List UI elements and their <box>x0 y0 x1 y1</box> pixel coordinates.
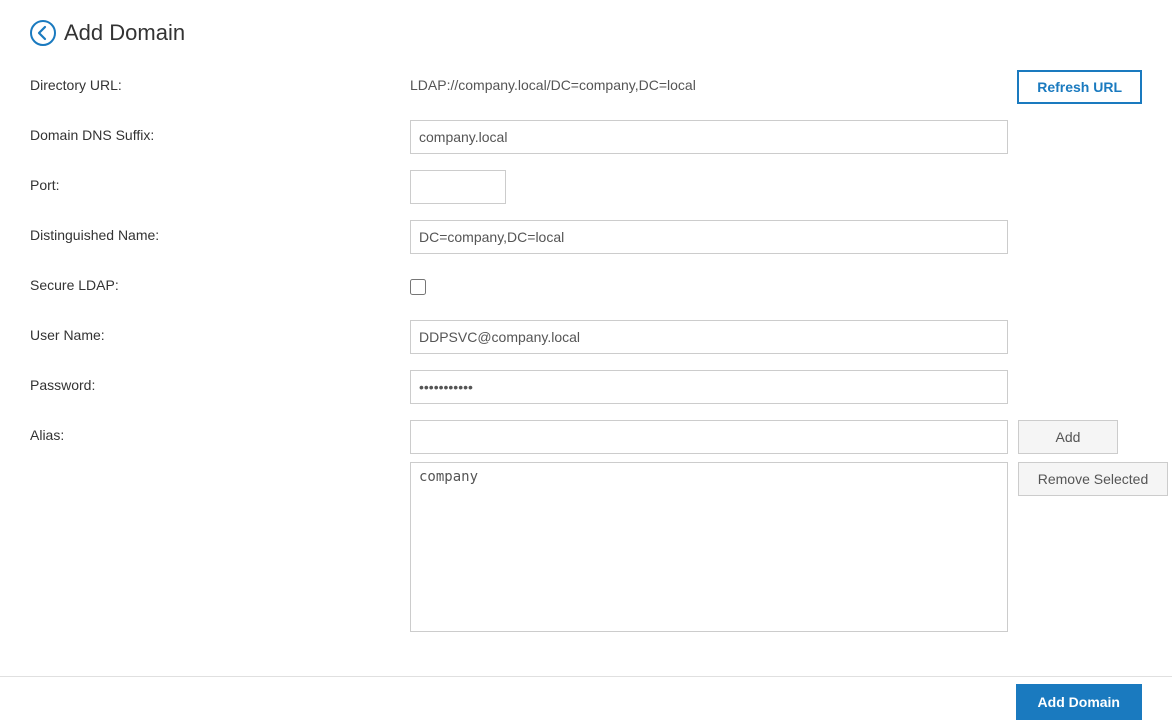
domain-dns-suffix-input[interactable] <box>410 120 1008 154</box>
user-name-row: User Name: <box>30 320 1142 356</box>
domain-dns-suffix-label: Domain DNS Suffix: <box>30 120 410 143</box>
add-domain-button[interactable]: Add Domain <box>1016 684 1142 720</box>
page-container: Add Domain Directory URL: LDAP://company… <box>0 0 1172 726</box>
password-input[interactable] <box>410 370 1008 404</box>
refresh-url-button[interactable]: Refresh URL <box>1017 70 1142 104</box>
directory-url-control: LDAP://company.local/DC=company,DC=local… <box>410 70 1142 104</box>
alias-row: Alias: Add company Remove Selected <box>30 420 1142 632</box>
distinguished-name-label: Distinguished Name: <box>30 220 410 243</box>
user-name-control <box>410 320 1142 354</box>
distinguished-name-input[interactable] <box>410 220 1008 254</box>
form: Directory URL: LDAP://company.local/DC=c… <box>30 70 1142 632</box>
port-label: Port: <box>30 170 410 193</box>
alias-listbox[interactable]: company <box>410 462 1008 632</box>
alias-input[interactable] <box>410 420 1008 454</box>
alias-controls: Add company Remove Selected <box>410 420 1168 632</box>
domain-dns-suffix-control <box>410 120 1142 154</box>
distinguished-name-row: Distinguished Name: <box>30 220 1142 256</box>
secure-ldap-checkbox[interactable] <box>410 279 426 295</box>
password-control <box>410 370 1142 404</box>
alias-input-row: Add <box>410 420 1168 454</box>
password-row: Password: <box>30 370 1142 406</box>
user-name-input[interactable] <box>410 320 1008 354</box>
directory-url-value: LDAP://company.local/DC=company,DC=local <box>410 70 997 93</box>
page-title: Add Domain <box>64 20 185 46</box>
user-name-label: User Name: <box>30 320 410 343</box>
directory-url-label: Directory URL: <box>30 70 410 93</box>
distinguished-name-control <box>410 220 1142 254</box>
back-icon[interactable] <box>30 20 56 46</box>
directory-url-row: Directory URL: LDAP://company.local/DC=c… <box>30 70 1142 106</box>
port-row: Port: <box>30 170 1142 206</box>
secure-ldap-label: Secure LDAP: <box>30 270 410 293</box>
alias-label: Alias: <box>30 420 410 443</box>
alias-control: Add company Remove Selected <box>410 420 1168 632</box>
secure-ldap-row: Secure LDAP: <box>30 270 1142 306</box>
page-title-row: Add Domain <box>30 20 1142 46</box>
alias-listbox-row: company Remove Selected <box>410 462 1168 632</box>
password-label: Password: <box>30 370 410 393</box>
secure-ldap-control <box>410 270 1142 295</box>
add-alias-button[interactable]: Add <box>1018 420 1118 454</box>
bottom-bar: Add Domain <box>0 676 1172 726</box>
domain-dns-suffix-row: Domain DNS Suffix: <box>30 120 1142 156</box>
remove-selected-button[interactable]: Remove Selected <box>1018 462 1168 496</box>
port-control <box>410 170 1142 204</box>
port-input[interactable] <box>410 170 506 204</box>
